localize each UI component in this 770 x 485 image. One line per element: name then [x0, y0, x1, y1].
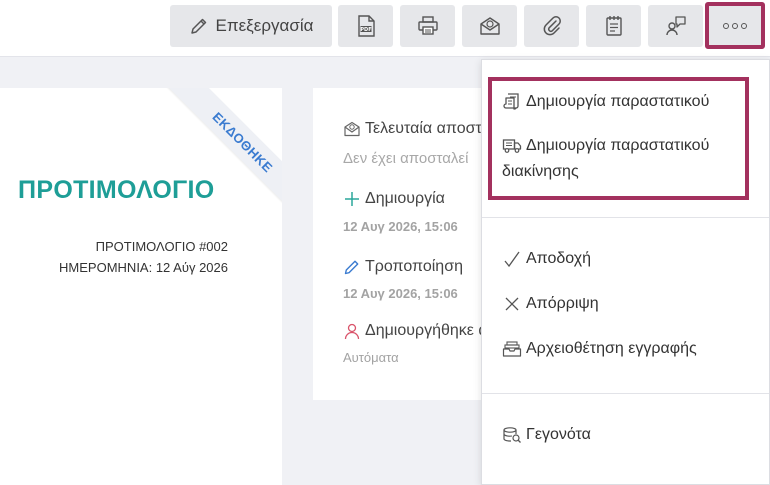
menu-item-events-label: Γεγονότα: [526, 426, 591, 443]
more-options-menu: Δημιουργία παραστατικού Δημιουργία παρασ…: [481, 59, 770, 485]
menu-item-archive-label: Αρχειοθέτηση εγγραφής: [526, 340, 697, 357]
printer-icon: [417, 16, 438, 35]
menu-item-accept[interactable]: Αποδοχή: [502, 246, 591, 272]
menu-item-create-delivery-label-line1: Δημιουργία παραστατικού: [526, 137, 710, 154]
comments-button[interactable]: [648, 5, 703, 47]
created-date: 12 Αυγ 2026, 15:06: [343, 219, 458, 234]
created-by-value: Αυτόματα: [343, 350, 399, 365]
menu-item-create-document[interactable]: Δημιουργία παραστατικού: [502, 89, 709, 115]
search-database-icon: [503, 427, 521, 443]
email-icon: [344, 121, 360, 137]
notes-button[interactable]: [586, 5, 641, 47]
check-icon: [504, 251, 520, 268]
document-title: ΠΡΟΤΙΜΟΛΟΓΙΟ: [18, 176, 215, 204]
attachment-button[interactable]: [524, 5, 579, 47]
more-dots-icon: [723, 22, 747, 29]
edit-button[interactable]: Επεξεργασία: [170, 5, 332, 47]
toolbar: Επεξεργασία PDF: [0, 0, 770, 57]
modified-title: Τροποποίηση: [365, 258, 463, 275]
svg-text:PDF: PDF: [360, 27, 371, 33]
menu-item-create-document-label: Δημιουργία παραστατικού: [526, 93, 710, 110]
created-row: Δημιουργία: [343, 190, 445, 208]
menu-item-reject-label: Απόρριψη: [526, 295, 599, 312]
send-email-button[interactable]: [462, 5, 517, 47]
menu-item-events[interactable]: Γεγονότα: [502, 422, 591, 448]
truck-icon: [502, 139, 522, 153]
menu-separator: [482, 393, 769, 394]
print-button[interactable]: [400, 5, 455, 47]
document-number: ΠΡΟΤΙΜΟΛΟΓΙΟ #002: [95, 239, 228, 254]
menu-item-reject[interactable]: Απόρριψη: [502, 291, 599, 317]
document-preview: ΕΚΔΟΘΗΚΕ ΠΡΟΤΙΜΟΛΟΓΙΟ ΠΡΟΤΙΜΟΛΟΓΙΟ #002 …: [0, 88, 282, 485]
modified-date: 12 Αυγ 2026, 15:06: [343, 286, 458, 301]
email-icon: [479, 17, 500, 35]
edit-button-label: Επεξεργασία: [215, 16, 314, 35]
document-date: ΗΜΕΡΟΜΗΝΙΑ: 12 Αύγ 2026: [59, 260, 228, 275]
pdf-button[interactable]: PDF: [338, 5, 393, 47]
created-title: Δημιουργία: [365, 190, 445, 207]
scroll-document-icon: [503, 93, 519, 110]
close-icon: [505, 297, 519, 311]
archive-icon: [502, 341, 522, 357]
issued-ribbon-text: ΕΚΔΟΘΗΚΕ: [209, 108, 277, 176]
menu-item-archive[interactable]: Αρχειοθέτηση εγγραφής: [502, 336, 697, 362]
pencil-icon: [344, 260, 359, 275]
more-options-button[interactable]: [705, 2, 765, 49]
menu-item-create-delivery-label-line2: διακίνησης: [502, 163, 579, 180]
menu-separator: [482, 217, 769, 218]
plus-icon: [345, 192, 359, 206]
paperclip-icon: [543, 16, 561, 36]
last-sent-value: Δεν έχει αποσταλεί: [343, 150, 469, 167]
user-icon: [344, 323, 360, 340]
notepad-icon: [605, 16, 622, 36]
menu-item-accept-label: Αποδοχή: [526, 250, 592, 267]
user-chat-icon: [665, 16, 686, 36]
pdf-icon: PDF: [357, 15, 375, 37]
modified-row: Τροποποίηση: [343, 258, 463, 276]
menu-item-create-delivery-document[interactable]: Δημιουργία παραστατικού διακίνησης: [502, 133, 709, 185]
pencil-icon: [190, 18, 206, 34]
